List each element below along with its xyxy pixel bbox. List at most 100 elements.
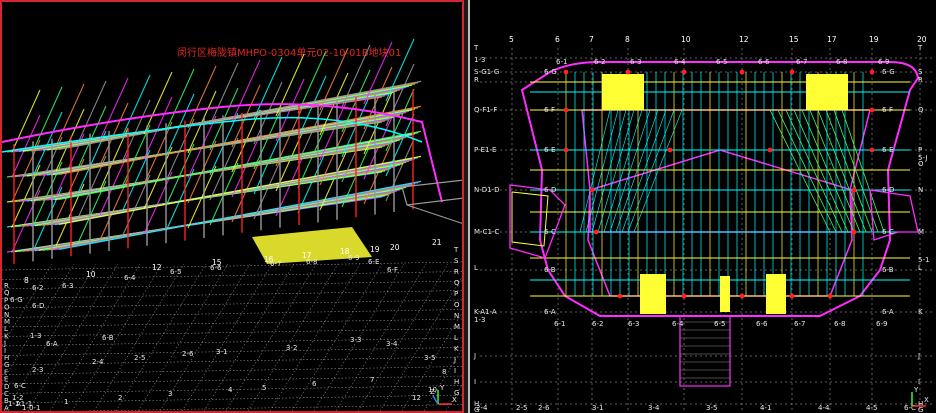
column-marker [739,69,745,75]
plan-row-label: M-C1-C [474,228,499,236]
3d-model-viewport[interactable]: 闵行区梅陇镇MHPO-0304单元02-10-01B地块01 8 10 12 15 16… [0,0,464,413]
column-marker [767,147,773,153]
plan-column-label: 17 [827,35,837,44]
grid-bottom-label: 5 [262,384,266,392]
plan-subcolumn-label: 6-9 [878,58,889,66]
plan-row-label: 1-3 [474,56,485,64]
plan-column-label: 7 [589,35,594,44]
floor-grid-line [203,263,295,411]
plan-row-label: S [918,68,923,76]
gizmo-y-label: Y [439,384,445,392]
plan-inner-row-label: 6-G [544,68,557,76]
plan-inner-row-label: 6-G [882,68,895,76]
column-marker [789,69,795,75]
plan-row-label: M [918,228,924,236]
grid-side-label: S [454,257,459,265]
plan-inner-row-label: 6-D [882,186,894,194]
core-block [766,274,786,314]
grid-bottom-label: 2-3 [32,366,43,374]
grid-side-label: O [454,301,460,309]
plan-row-label: J [917,352,920,360]
grid-side-label: T [453,246,459,254]
plan-row-label: N-D1-D [474,186,500,194]
grid-bottom-label: 4 [228,386,233,394]
bracing [809,109,861,233]
plan-inner-row-label: 6-E [544,146,555,154]
plan-bottom-label: 3-5 [706,404,717,412]
floor-grid-line [2,347,462,356]
bracing [627,109,675,233]
plan-column-label: 6 [555,35,560,44]
column-marker [563,147,569,153]
grid-bottom-label: 12 [412,394,421,402]
plan-viewport[interactable]: 5 6 7 8 10 12 15 17 19 20 6-1 6-2 6-3 6-4 6-5 6-6 6-7 6-8… [468,0,936,413]
plan-inner-row-label: 6-C [882,228,894,236]
grid-bottom-label: 2-6 [182,350,194,358]
grid-bottom-label: 6-B [102,334,114,342]
grid-bottom-label: 8 [442,368,446,376]
plan-subcolumn-label: 6-1 [556,58,567,66]
plan-column-label: 19 [869,35,879,44]
grid-column-label: 19 [370,245,380,254]
plan-inner-row-label: 6-B [882,266,894,274]
floor-grid-line [2,356,462,366]
plan-subcolumn-label: 6-7 [796,58,807,66]
plan-row-label: K [918,308,923,316]
core-block [602,74,644,110]
plan-inner-row-label: 6-B [544,266,556,274]
plan-subcolumn-label: 6-3 [628,320,639,328]
column-marker [851,229,857,235]
column-marker [827,293,833,299]
floor-grid-line [2,375,462,385]
grid-bottom-label: 3-1 [216,348,227,356]
plan-bottom-label: 2-6 [538,404,550,412]
plan-inner-row-label: 6-C [544,228,556,236]
grid-row-label: 6-4 [124,274,136,282]
grid-bottom-label: 2 [118,394,122,402]
plan-column-label: 12 [739,35,749,44]
plan-subcolumn-label: 6-8 [834,320,845,328]
plan-row-label: Q-F1-F [474,106,497,114]
grid-bottom-label: 3-2 [286,344,297,352]
column-marker [681,293,687,299]
3d-model-canvas: 8101215 16 17 18 19 20216-2 6-36-46-5 6-6 6-7 6-8… [2,38,462,411]
grid-bottom-label: 3-3 [350,336,361,344]
floor-grid-line [2,318,462,328]
gizmo-x-label: X [452,396,457,404]
plan-bottom-label: 3-4 [648,404,660,412]
plan-row-label: K-A1-A [474,308,497,316]
plan-column-label: 15 [789,35,799,44]
plan-row-label: N [918,186,923,194]
grid-row-label: 6-7 [270,260,281,268]
plan-subcolumn-label: 6-6 [756,320,768,328]
plan-subcolumn-label: 6-7 [794,320,805,328]
plan-column-label: 20 [917,35,927,44]
plan-row-label: R [474,76,479,84]
floor-grid-line [2,299,462,309]
grid-bottom-label: 6-C [14,382,26,390]
grid-row-label: 6-3 [62,282,73,290]
grid-column-label: 10 [86,270,96,279]
bracing [603,109,643,233]
floor-grid-line [2,290,462,299]
floor-grid-line [291,263,383,411]
grid-row-label: 6-D [32,302,44,310]
grid-bottom-label: 2-5 [134,354,145,362]
column-marker [563,69,569,75]
plan-column-label: 8 [625,35,630,44]
plan-inner-row-label: 6-F [882,106,893,114]
west-wing [509,184,566,259]
plan-row-label: R [918,76,923,84]
plan-bottom-label: 2-4 [476,404,488,412]
plan-inner-row-label: 6-D [544,186,556,194]
plan-bottom-label: 4-4 [818,404,830,412]
plan-bottom-label: 3-1 [592,404,603,412]
plan-row-label: J [473,352,476,360]
grid-side-label: P [454,290,458,298]
column-marker [869,147,875,153]
core-block [720,276,730,312]
grid-row-label: 6-6 [210,264,222,272]
plan-subcolumn-label: 6-2 [594,58,605,66]
canopy [406,204,462,224]
plan-row-label: Q [918,106,924,114]
